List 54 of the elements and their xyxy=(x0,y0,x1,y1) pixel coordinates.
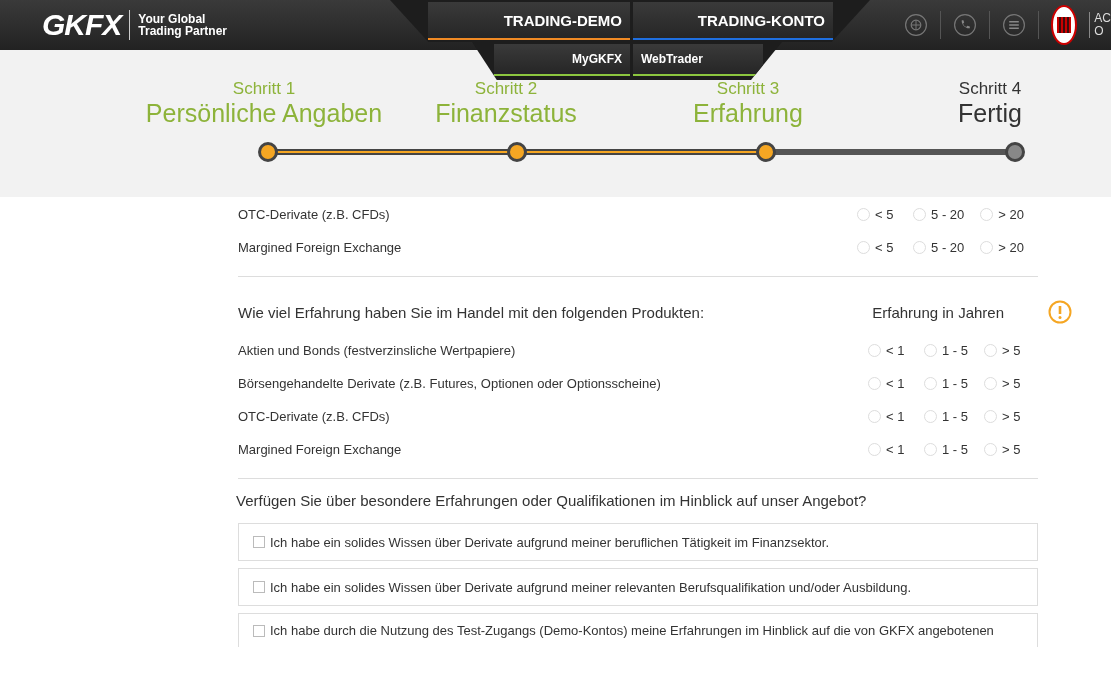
warning-icon xyxy=(1048,300,1072,324)
club-crest-icon[interactable] xyxy=(1051,5,1078,45)
radio-option[interactable]: < 1 xyxy=(868,376,908,391)
step-number: Schritt 1 xyxy=(232,80,296,97)
phone-icon[interactable] xyxy=(953,13,978,37)
radio-option[interactable]: < 5 xyxy=(857,240,898,255)
radio-option[interactable]: > 5 xyxy=(984,376,1024,391)
radio-option[interactable]: < 1 xyxy=(868,343,908,358)
nav-tab[interactable]: MyGKFX xyxy=(494,44,630,76)
menu-icon[interactable] xyxy=(1002,13,1027,37)
logo[interactable]: GKFX xyxy=(42,10,131,40)
nav-tab[interactable]: TRADING-KONTO xyxy=(633,2,833,40)
step-title: Finanzstatus xyxy=(435,101,577,126)
step-dot[interactable] xyxy=(258,142,278,162)
radio-option[interactable]: 1 - 5 xyxy=(924,409,968,424)
product-label: OTC-Derivate (z.B. CFDs) xyxy=(238,409,390,424)
checkbox-option[interactable]: Ich habe ein solides Wissen über Derivate aufgrund meiner relevanten Berufsqualifikation und/oder Ausbildung. xyxy=(238,568,1038,606)
partner-text: AC O xyxy=(1089,12,1111,38)
radio-option[interactable]: 5 - 20 xyxy=(913,240,965,255)
radio-option[interactable]: > 20 xyxy=(980,207,1024,222)
checkbox-option[interactable]: Ich habe durch die Nutzung des Test-Zugangs (Demo-Kontos) meine Erfahrungen im Hinblick auf die von GKFX angebotenen xyxy=(238,613,1038,647)
column-header: Erfahrung in Jahren xyxy=(872,303,1004,321)
step-dot[interactable] xyxy=(1005,142,1025,162)
step-number: Schritt 3 xyxy=(716,80,780,97)
globe-icon[interactable] xyxy=(904,13,929,37)
checkbox-option[interactable]: Ich habe ein solides Wissen über Derivate aufgrund meiner beruflichen Tätigkeit im Finanzsektor. xyxy=(238,523,1038,561)
radio-option[interactable]: 1 - 5 xyxy=(924,343,968,358)
radio-option[interactable]: 1 - 5 xyxy=(924,376,968,391)
radio-option[interactable]: > 5 xyxy=(984,409,1024,424)
radio-option[interactable]: > 20 xyxy=(980,240,1024,255)
radio-option[interactable]: > 5 xyxy=(984,343,1024,358)
radio-option[interactable]: > 5 xyxy=(984,442,1024,457)
radio-option[interactable]: < 5 xyxy=(857,207,898,222)
product-label: OTC-Derivate (z.B. CFDs) xyxy=(238,207,390,222)
step-number: Schritt 4 xyxy=(958,80,1022,97)
step-number: Schritt 2 xyxy=(474,80,538,97)
radio-option[interactable]: 1 - 5 xyxy=(924,442,968,457)
step-dot[interactable] xyxy=(756,142,776,162)
question-text: Verfügen Sie über besondere Erfahrungen oder Qualifikationen im Hinblick auf unser Angebot? xyxy=(236,492,868,509)
product-label: Aktien und Bonds (festverzinsliche Wertpapiere) xyxy=(238,343,516,358)
product-label: Börsengehandelte Derivate (z.B. Futures, Optionen oder Optionsscheine) xyxy=(238,376,661,391)
radio-option[interactable]: < 1 xyxy=(868,409,908,424)
step-dot[interactable] xyxy=(507,142,527,162)
step-title: Persönliche Angaben xyxy=(145,101,383,126)
nav-tab[interactable]: WebTrader xyxy=(633,44,763,76)
product-label: Margined Foreign Exchange xyxy=(238,240,402,255)
nav-tab[interactable]: TRADING-DEMO xyxy=(428,2,630,40)
tagline: Your Global Trading Partner xyxy=(138,13,228,37)
step-title: Fertig xyxy=(958,101,1022,126)
question-text: Wie viel Erfahrung haben Sie im Handel mit den folgenden Produkten: xyxy=(238,303,705,321)
radio-option[interactable]: 5 - 20 xyxy=(913,207,965,222)
step-title: Erfahrung xyxy=(693,101,803,126)
radio-option[interactable]: < 1 xyxy=(868,442,908,457)
product-label: Margined Foreign Exchange xyxy=(238,442,402,457)
